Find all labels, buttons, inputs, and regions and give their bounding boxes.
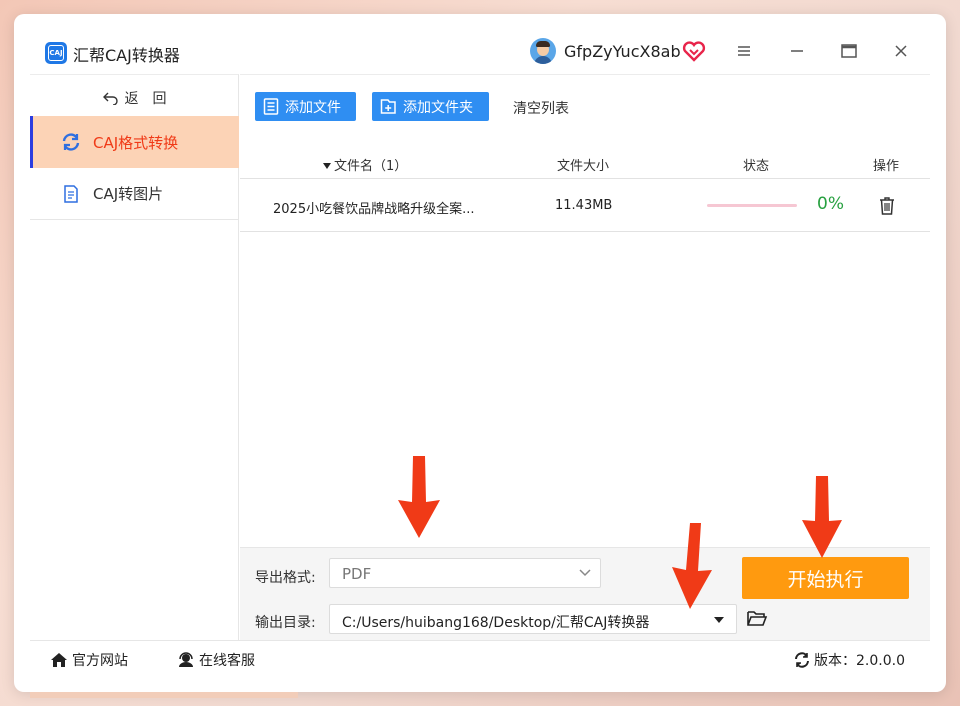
app-logo-icon: CAJ — [45, 42, 67, 64]
background-strip — [30, 692, 298, 698]
file-name: 2025小吃餐饮品牌战略升级全案... — [273, 202, 475, 217]
annotation-arrow-dir — [672, 523, 712, 609]
minimize-icon[interactable] — [784, 38, 810, 64]
menu-icon[interactable] — [731, 38, 757, 64]
home-icon — [51, 653, 67, 667]
version-label: 版本：2.0.0.0 — [814, 653, 905, 669]
table-header: 文件名（1） 文件大小 状态 操作 — [240, 147, 930, 179]
file-size: 11.43MB — [555, 198, 613, 213]
app-window: CAJ 汇帮CAJ转换器 GfpZyYucX8ab 返 回 CAJ格式转换 CA… — [14, 14, 946, 692]
sidebar-item-caj-format-convert[interactable]: CAJ格式转换 — [30, 116, 239, 168]
maximize-icon[interactable] — [836, 38, 862, 64]
file-list-icon — [263, 98, 279, 115]
start-button[interactable]: 开始执行 — [742, 557, 909, 599]
back-label: 返 回 — [124, 91, 167, 107]
folder-open-icon[interactable] — [746, 609, 768, 629]
close-icon[interactable] — [888, 38, 914, 64]
export-format-select[interactable]: PDF — [329, 558, 601, 588]
chevron-down-icon — [579, 569, 591, 577]
annotation-arrow-format — [398, 456, 440, 538]
add-file-button[interactable]: 添加文件 — [255, 92, 356, 121]
avatar[interactable] — [530, 38, 556, 64]
column-header-name[interactable]: 文件名（1） — [322, 155, 407, 174]
sort-down-icon — [323, 163, 331, 169]
sidebar-item-label: CAJ转图片 — [93, 185, 164, 203]
output-settings-panel: 导出格式: PDF 输出目录: C:/Users/huibang168/Desk… — [240, 547, 930, 641]
version-info[interactable]: 版本：2.0.0.0 — [794, 650, 905, 670]
back-arrow-icon — [102, 92, 118, 105]
caret-down-icon — [714, 617, 724, 623]
output-dir-value: C:/Users/huibang168/Desktop/汇帮CAJ转换器 — [342, 615, 650, 631]
progress-bar — [707, 204, 797, 207]
annotation-arrow-start — [802, 476, 842, 558]
export-format-label: 导出格式: — [255, 570, 316, 586]
online-service-link[interactable]: 在线客服 — [177, 650, 255, 670]
refresh-icon — [61, 132, 81, 152]
headset-icon — [179, 652, 193, 667]
clear-list-button[interactable]: 清空列表 — [513, 98, 569, 118]
add-folder-icon — [380, 99, 396, 114]
output-dir-label: 输出目录: — [255, 615, 316, 631]
document-icon — [61, 184, 81, 204]
vip-heart-icon[interactable] — [682, 40, 706, 62]
trash-icon[interactable] — [878, 196, 896, 216]
refresh-icon — [795, 652, 809, 668]
sidebar-item-caj-to-image[interactable]: CAJ转图片 — [30, 168, 239, 220]
add-file-label: 添加文件 — [285, 99, 341, 116]
official-site-label: 官方网站 — [72, 653, 128, 669]
column-header-operation: 操作 — [873, 159, 900, 174]
username[interactable]: GfpZyYucX8ab — [564, 42, 681, 61]
title-bar: CAJ 汇帮CAJ转换器 GfpZyYucX8ab — [14, 14, 946, 74]
official-site-link[interactable]: 官方网站 — [50, 650, 128, 670]
online-service-label: 在线客服 — [199, 653, 255, 669]
column-header-status: 状态 — [743, 159, 770, 174]
add-folder-button[interactable]: 添加文件夹 — [372, 92, 489, 121]
add-folder-label: 添加文件夹 — [403, 99, 473, 116]
back-button[interactable]: 返 回 — [30, 85, 239, 111]
footer-bar: 官方网站 在线客服 版本：2.0.0.0 — [30, 640, 930, 678]
table-row[interactable]: 2025小吃餐饮品牌战略升级全案... 11.43MB 0% — [240, 180, 930, 232]
progress-percent: 0% — [817, 194, 844, 214]
app-title: 汇帮CAJ转换器 — [73, 46, 180, 65]
sidebar-item-label: CAJ格式转换 — [93, 133, 179, 152]
sidebar: 返 回 CAJ格式转换 CAJ转图片 — [30, 74, 239, 640]
export-format-value: PDF — [342, 565, 372, 583]
column-header-size[interactable]: 文件大小 — [557, 155, 609, 174]
